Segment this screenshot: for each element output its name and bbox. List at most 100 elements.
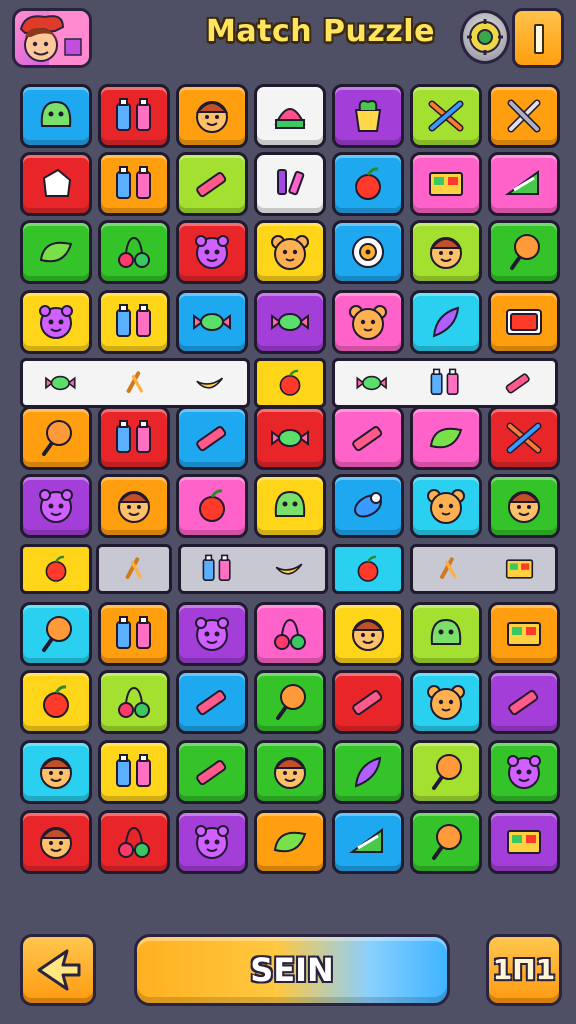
tile[interactable] [410, 810, 482, 874]
tile[interactable] [410, 220, 482, 284]
tile[interactable] [98, 406, 170, 470]
leaf-icon [273, 831, 307, 853]
tile[interactable] [488, 220, 560, 284]
strip-icons [440, 557, 534, 580]
tile[interactable] [332, 406, 404, 470]
tile[interactable] [254, 602, 326, 666]
tile[interactable] [20, 740, 92, 804]
tile[interactable] [410, 602, 482, 666]
slime-icon [40, 100, 72, 127]
tile[interactable] [98, 740, 170, 804]
tile[interactable] [176, 290, 248, 354]
tile[interactable] [98, 810, 170, 874]
tile-strip[interactable] [254, 358, 326, 408]
tile-strip[interactable] [20, 544, 92, 594]
tile[interactable] [488, 810, 560, 874]
tile[interactable] [20, 406, 92, 470]
tile-strip[interactable] [410, 544, 558, 594]
tile-strip[interactable] [178, 544, 328, 594]
tile[interactable] [254, 290, 326, 354]
tile[interactable] [332, 474, 404, 538]
cake-icon [274, 108, 306, 129]
tile[interactable] [176, 84, 248, 148]
tile-strip[interactable] [96, 544, 172, 594]
tile[interactable] [410, 84, 482, 148]
tile[interactable] [98, 602, 170, 666]
tile[interactable] [20, 602, 92, 666]
tile[interactable] [254, 220, 326, 284]
tile[interactable] [20, 474, 92, 538]
tile[interactable] [20, 290, 92, 354]
tile[interactable] [254, 474, 326, 538]
tile[interactable] [20, 810, 92, 874]
tile[interactable] [488, 84, 560, 148]
face-icon [273, 757, 307, 789]
back-button[interactable] [20, 934, 96, 1006]
tile[interactable] [332, 220, 404, 284]
tile[interactable] [410, 406, 482, 470]
tile[interactable] [98, 152, 170, 216]
tile[interactable] [176, 474, 248, 538]
tile[interactable] [98, 220, 170, 284]
tile[interactable] [488, 290, 560, 354]
cherry-pair-icon [274, 618, 306, 650]
tile[interactable] [20, 84, 92, 148]
tile[interactable] [332, 84, 404, 148]
tile-strip[interactable] [20, 358, 250, 408]
tile[interactable] [332, 152, 404, 216]
tile[interactable] [98, 84, 170, 148]
tile[interactable] [254, 740, 326, 804]
tile[interactable] [332, 810, 404, 874]
tile[interactable] [176, 220, 248, 284]
tile[interactable] [488, 670, 560, 734]
tile[interactable] [332, 290, 404, 354]
tile[interactable] [410, 152, 482, 216]
tile[interactable] [488, 474, 560, 538]
tile[interactable] [254, 152, 326, 216]
tile[interactable] [332, 740, 404, 804]
strip-icons [357, 555, 379, 582]
tile[interactable] [410, 290, 482, 354]
game-board [0, 0, 576, 874]
tile[interactable] [254, 670, 326, 734]
tile[interactable] [332, 670, 404, 734]
tile[interactable] [488, 740, 560, 804]
tile[interactable] [98, 290, 170, 354]
tile[interactable] [176, 740, 248, 804]
monster-face-icon [195, 617, 229, 651]
tile[interactable] [176, 602, 248, 666]
tile[interactable] [488, 406, 560, 470]
strip-icons [356, 368, 530, 396]
tile[interactable] [98, 670, 170, 734]
tile[interactable] [488, 602, 560, 666]
tile[interactable] [410, 670, 482, 734]
strip-icons [279, 369, 301, 396]
tile[interactable] [254, 810, 326, 874]
tile-strip[interactable] [332, 358, 558, 408]
strip-icons [125, 557, 143, 580]
tile[interactable] [176, 152, 248, 216]
sein-button[interactable]: SEIN [134, 934, 450, 1006]
crayon-icon [352, 690, 383, 716]
tile[interactable] [20, 670, 92, 734]
tile[interactable] [410, 740, 482, 804]
tile[interactable] [176, 810, 248, 874]
tile[interactable] [20, 152, 92, 216]
lollipop-icon [276, 684, 306, 720]
box-icon [507, 830, 541, 854]
tile[interactable] [410, 474, 482, 538]
pretzel-icon [125, 557, 143, 580]
count-button[interactable]: 1П1 [486, 934, 562, 1006]
crayon-icon [352, 426, 383, 452]
tile[interactable] [488, 152, 560, 216]
tile[interactable] [98, 474, 170, 538]
tile-strip[interactable] [332, 544, 404, 594]
slime-icon [430, 618, 462, 645]
tile[interactable] [254, 84, 326, 148]
tile[interactable] [254, 406, 326, 470]
tile[interactable] [332, 602, 404, 666]
tile[interactable] [176, 406, 248, 470]
tile[interactable] [176, 670, 248, 734]
candy-wrap-icon [271, 313, 309, 331]
tile[interactable] [20, 220, 92, 284]
